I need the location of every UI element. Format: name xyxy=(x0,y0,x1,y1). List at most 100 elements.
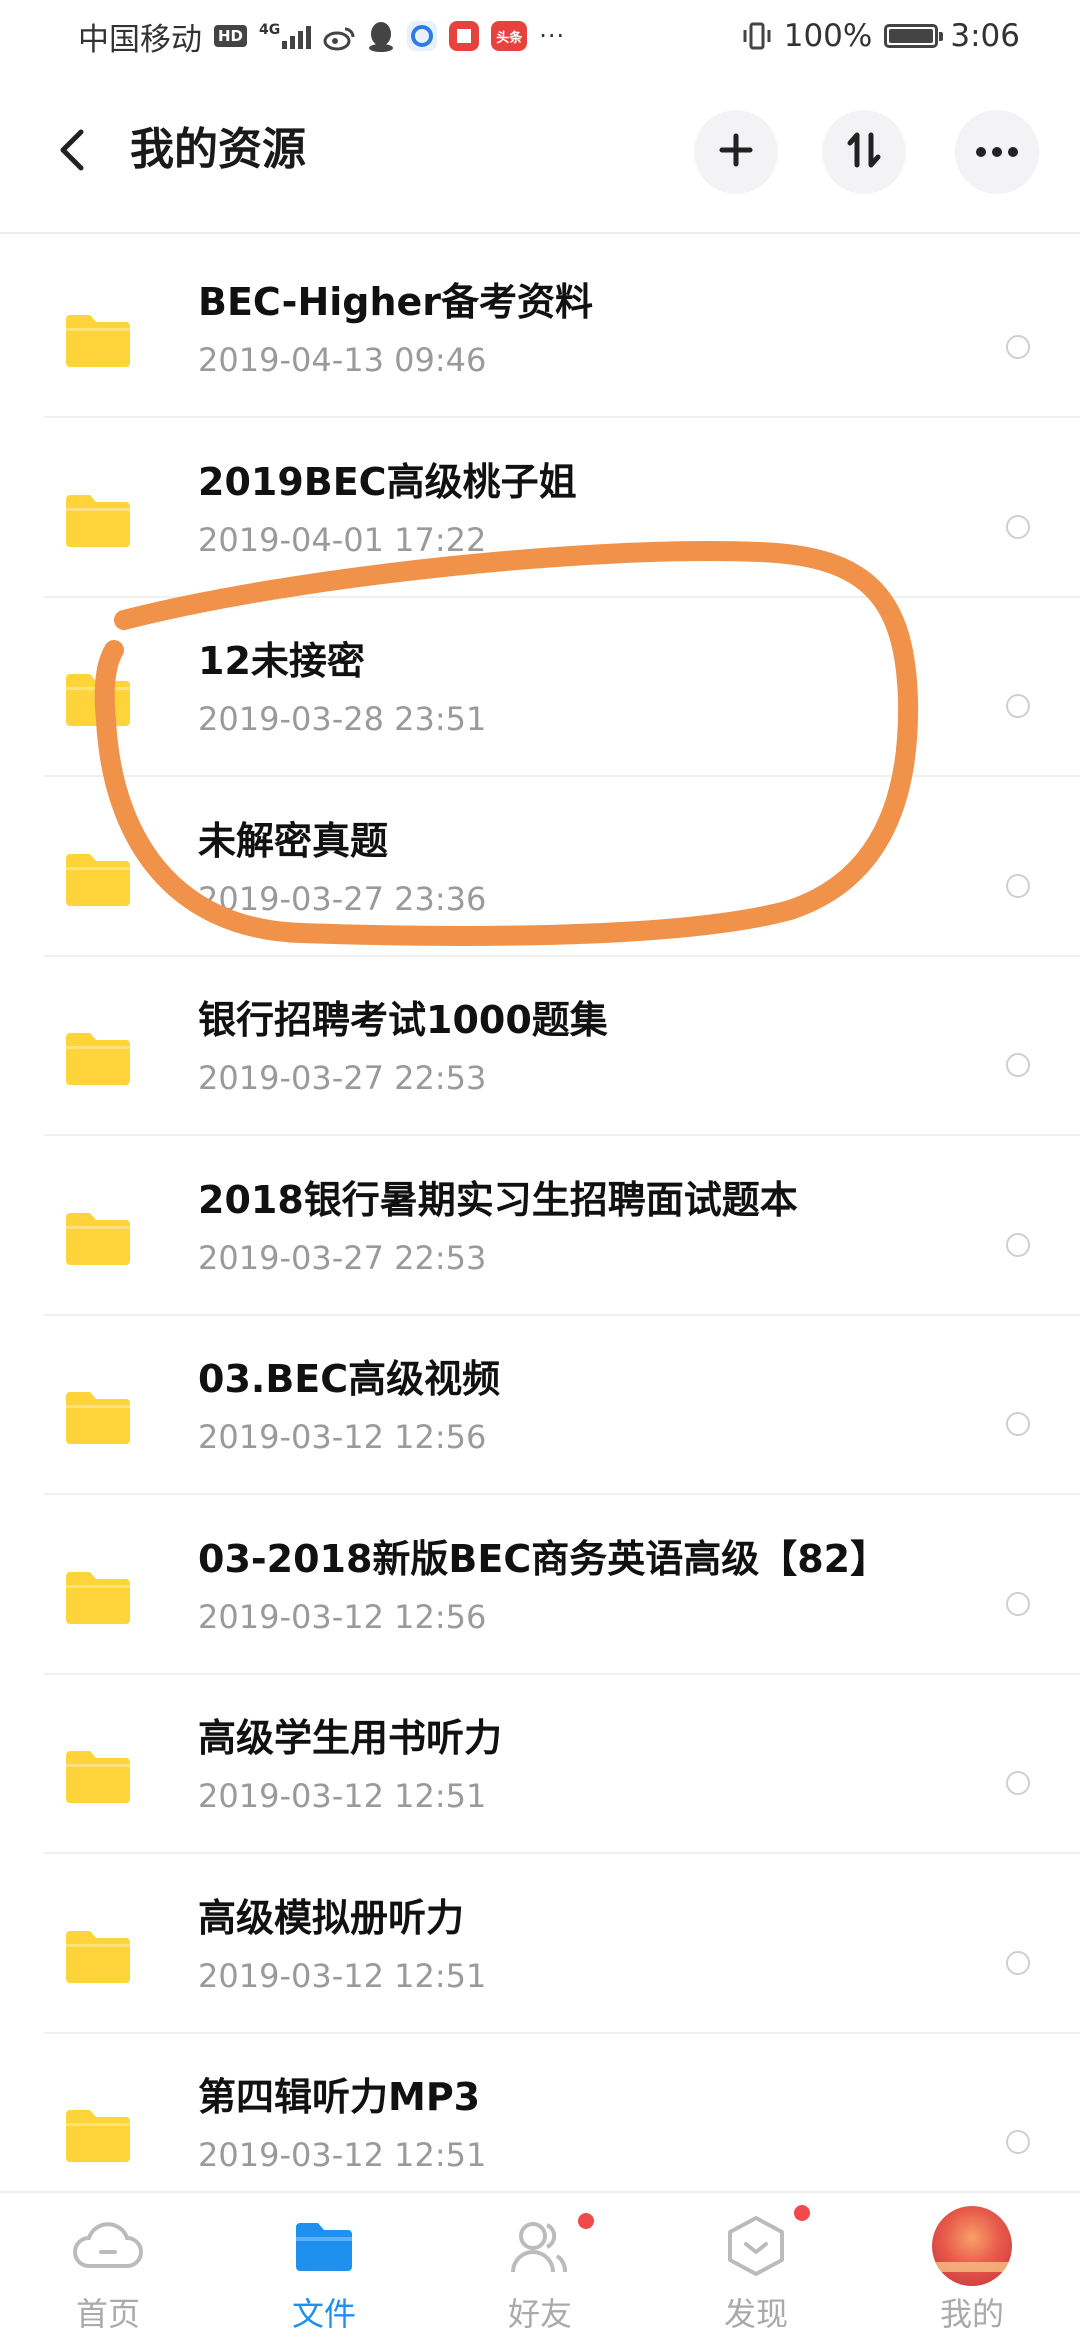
select-checkbox[interactable] xyxy=(1006,694,1030,718)
select-checkbox[interactable] xyxy=(1006,873,1030,898)
tab-label-home: 首页 xyxy=(75,2295,140,2333)
battery-percent: 100% xyxy=(783,18,873,54)
select-checkbox[interactable] xyxy=(1006,1771,1030,1795)
reader-icon xyxy=(449,21,480,51)
back-icon[interactable] xyxy=(44,122,100,178)
file-row[interactable]: 未解密真题 2019-03-27 23:36 xyxy=(0,778,1080,957)
tab-friends[interactable]: 好友 xyxy=(432,2193,648,2342)
file-list: BEC-Higher备考资料 2019-04-13 09:46 2019BEC高级桃… xyxy=(0,236,1080,2191)
folder-icon xyxy=(216,2211,432,2281)
cloud-icon xyxy=(0,2211,216,2281)
file-name: 银行招聘考试1000题集 xyxy=(198,998,608,1042)
avatar xyxy=(932,2206,1012,2286)
file-name: 高级模拟册听力 xyxy=(198,1895,465,1940)
tab-files[interactable]: 文件 xyxy=(216,2193,432,2342)
select-checkbox[interactable] xyxy=(1006,2130,1030,2154)
add-button[interactable] xyxy=(694,110,778,194)
file-date: 2019-03-12 12:56 xyxy=(198,1597,487,1636)
file-name: 2018银行暑期实习生招聘面试题本 xyxy=(198,1177,798,1222)
tab-discover[interactable]: 发现 xyxy=(648,2193,864,2342)
sort-button[interactable] xyxy=(822,110,906,194)
add-icon xyxy=(719,133,753,171)
tab-label-me: 我的 xyxy=(939,2295,1004,2333)
file-row[interactable]: 高级学生用书听力 2019-03-12 12:51 xyxy=(0,1675,1080,1854)
signal-icon: 4G xyxy=(259,22,312,49)
file-name: 03.BEC高级视频 xyxy=(198,1357,501,1401)
page-title: 我的资源 xyxy=(130,124,306,175)
file-name: 未解密真题 xyxy=(198,818,389,863)
bottom-tab-bar: 首页 文件 好友 发现 我的 xyxy=(0,2191,1080,2340)
tab-me[interactable]: 我的 xyxy=(864,2193,1080,2342)
file-row[interactable]: 高级模拟册听力 2019-03-12 12:51 xyxy=(0,1855,1080,2034)
battery-icon xyxy=(884,24,944,48)
file-row[interactable]: 2018银行暑期实习生招聘面试题本 2019-03-27 22:53 xyxy=(0,1137,1080,1316)
network-type: 4G xyxy=(259,22,281,38)
file-name: 03-2018新版BEC商务英语高级【82】 xyxy=(198,1536,889,1581)
select-checkbox[interactable] xyxy=(1006,1412,1030,1436)
friends-icon xyxy=(432,2211,648,2281)
folder-icon xyxy=(66,1031,130,1087)
file-date: 2019-03-12 12:51 xyxy=(198,2136,487,2174)
tab-home[interactable]: 首页 xyxy=(0,2193,216,2342)
file-date: 2019-04-01 17:22 xyxy=(198,520,487,559)
folder-icon xyxy=(66,2108,130,2164)
file-row[interactable]: 银行招聘考试1000题集 2019-03-27 22:53 xyxy=(0,957,1080,1136)
more-button[interactable] xyxy=(955,110,1039,194)
file-date: 2019-04-13 09:46 xyxy=(198,341,487,379)
avatar-icon xyxy=(864,2206,1080,2286)
folder-icon xyxy=(66,1929,130,1985)
file-name: BEC-Higher备考资料 xyxy=(198,280,594,324)
file-date: 2019-03-28 23:51 xyxy=(198,700,487,738)
status-bar: 中国移动 HD 4G 头条 ··· 100% 3:06 xyxy=(0,0,1080,72)
toutiao-icon: 头条 xyxy=(491,21,528,51)
file-date: 2019-03-12 12:51 xyxy=(198,1777,487,1815)
clock: 3:06 xyxy=(950,18,1020,54)
weibo-icon xyxy=(323,23,355,51)
file-date: 2019-03-27 22:53 xyxy=(198,1238,487,1277)
file-row[interactable]: 2019BEC高级桃子姐 2019-04-01 17:22 xyxy=(0,419,1080,598)
folder-icon xyxy=(66,1570,130,1626)
status-right: 100% 3:06 xyxy=(742,14,1020,58)
select-checkbox[interactable] xyxy=(1006,1591,1030,1616)
tab-label-files: 文件 xyxy=(291,2295,356,2333)
more-notifications-icon: ··· xyxy=(539,22,566,50)
file-row[interactable]: 第四辑听力MP3 2019-03-12 12:51 xyxy=(0,2034,1080,2191)
tab-label-friends: 好友 xyxy=(507,2295,572,2333)
folder-icon xyxy=(66,1390,130,1446)
folder-icon xyxy=(66,1749,130,1805)
battery-level xyxy=(889,29,934,43)
file-name: 2019BEC高级桃子姐 xyxy=(198,459,577,504)
app-header: 我的资源 xyxy=(0,72,1080,232)
folder-icon xyxy=(66,493,130,549)
vibrate-icon xyxy=(742,21,772,51)
file-date: 2019-03-27 22:53 xyxy=(198,1059,487,1097)
file-row[interactable]: 12未接密 2019-03-28 23:51 xyxy=(0,598,1080,777)
select-checkbox[interactable] xyxy=(1006,335,1030,359)
select-checkbox[interactable] xyxy=(1006,514,1030,539)
file-name: 第四辑听力MP3 xyxy=(198,2075,481,2119)
file-row[interactable]: 03-2018新版BEC商务英语高级【82】 2019-03-12 12:56 xyxy=(0,1496,1080,1675)
notification-badge xyxy=(578,2213,594,2229)
header-divider xyxy=(0,232,1080,234)
file-date: 2019-03-27 23:36 xyxy=(198,879,487,918)
folder-icon xyxy=(66,672,130,728)
sort-icon xyxy=(846,131,882,173)
folder-icon xyxy=(66,1211,130,1267)
more-icon xyxy=(975,143,1019,162)
hd-icon: HD xyxy=(214,25,248,47)
file-date: 2019-03-12 12:51 xyxy=(198,1956,487,1995)
folder-icon xyxy=(66,852,130,908)
status-left: 中国移动 HD 4G 头条 ··· xyxy=(78,14,565,58)
tab-label-discover: 发现 xyxy=(723,2295,788,2333)
file-name: 高级学生用书听力 xyxy=(198,1716,503,1760)
file-date: 2019-03-12 12:56 xyxy=(198,1418,487,1456)
folder-icon xyxy=(66,313,130,369)
select-checkbox[interactable] xyxy=(1006,1950,1030,1975)
file-row[interactable]: 03.BEC高级视频 2019-03-12 12:56 xyxy=(0,1316,1080,1495)
carrier-name: 中国移动 xyxy=(78,21,202,58)
file-row[interactable]: BEC-Higher备考资料 2019-04-13 09:46 xyxy=(0,239,1080,418)
notification-badge xyxy=(794,2205,810,2221)
select-checkbox[interactable] xyxy=(1006,1053,1030,1077)
select-checkbox[interactable] xyxy=(1006,1232,1030,1257)
discover-icon xyxy=(648,2211,864,2281)
